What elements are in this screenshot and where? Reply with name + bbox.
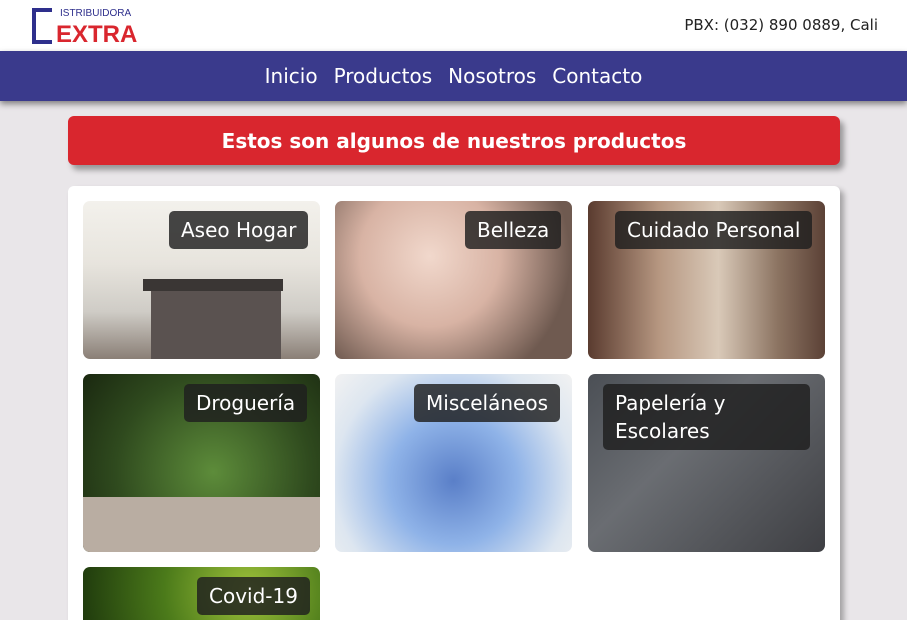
category-card-covid-19[interactable]: Covid-19 (83, 567, 320, 620)
category-label: Papelería y Escolares (603, 384, 810, 450)
category-label: Misceláneos (414, 384, 560, 422)
category-label: Droguería (184, 384, 308, 422)
category-card-drogueria[interactable]: Droguería (83, 374, 320, 552)
logo-main-text: EXTRA (56, 21, 137, 47)
banner-title: Estos son algunos de nuestros productos (221, 128, 687, 153)
nav-inicio[interactable]: Inicio (265, 64, 318, 88)
products-banner: Estos son algunos de nuestros productos (68, 116, 840, 165)
category-label: Belleza (465, 211, 562, 249)
logo-top-text: ISTRIBUIDORA (60, 8, 131, 19)
category-label: Cuidado Personal (615, 211, 813, 249)
main-nav: Inicio Productos Nosotros Contacto (0, 51, 907, 101)
nav-nosotros[interactable]: Nosotros (448, 64, 536, 88)
distribuidora-extra-logo[interactable]: ISTRIBUIDORA EXTRA (30, 5, 145, 47)
category-label: Aseo Hogar (169, 211, 309, 249)
category-card-belleza[interactable]: Belleza (335, 201, 572, 359)
nav-productos[interactable]: Productos (334, 64, 433, 88)
category-card-miscelaneos[interactable]: Misceláneos (335, 374, 572, 552)
category-label: Covid-19 (197, 577, 310, 615)
top-bar: ISTRIBUIDORA EXTRA PBX: (032) 890 0889, … (0, 0, 907, 51)
category-card-cuidado-personal[interactable]: Cuidado Personal (588, 201, 825, 359)
category-card-aseo-hogar[interactable]: Aseo Hogar (83, 201, 320, 359)
nav-contacto[interactable]: Contacto (552, 64, 642, 88)
category-card-papeleria[interactable]: Papelería y Escolares (588, 374, 825, 552)
phone-info: PBX: (032) 890 0889, Cali (684, 16, 878, 34)
